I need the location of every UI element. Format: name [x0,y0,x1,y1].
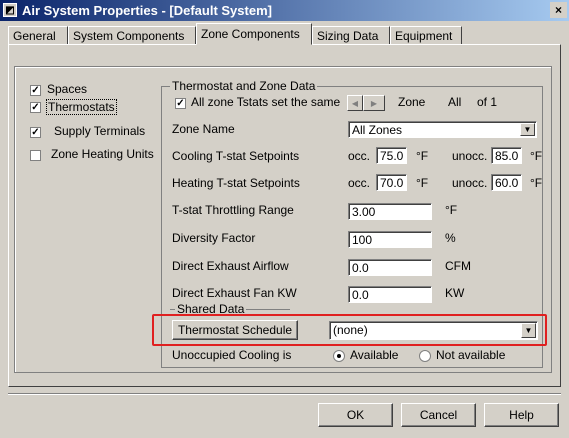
zone-next-button[interactable]: ▶ [363,95,385,111]
supply-terminals-checkbox[interactable]: ✓ [30,127,41,138]
cooling-unocc-input[interactable]: 85.0 [491,147,522,164]
heating-unocc-unit: °F [530,176,543,190]
chevron-down-icon: ▼ [523,125,532,134]
radio-selected-dot [337,354,341,358]
tab-sizing-data[interactable]: Sizing Data [312,26,390,44]
tab-system-components[interactable]: System Components [68,26,196,44]
zone-name-dropdown-button[interactable]: ▼ [520,123,535,136]
arrow-right-icon: ▶ [370,98,378,108]
supply-terminals-label: Supply Terminals [54,124,146,138]
app-icon[interactable]: ◩ [3,3,17,17]
exhaust-airflow-label: Direct Exhaust Airflow [172,259,289,273]
zone-heating-units-label: Zone Heating Units [51,147,154,161]
heating-unocc-input[interactable]: 60.0 [491,174,522,191]
throttling-range-input[interactable]: 3.00 [348,203,432,220]
zone-heating-units-checkbox[interactable] [30,150,41,161]
close-icon: × [554,3,562,17]
not-available-radio[interactable] [419,350,431,362]
heating-occ-label: occ. [348,176,371,190]
window-title: Air System Properties - [Default System] [22,3,272,18]
heating-setpoints-label: Heating T-stat Setpoints [172,176,300,190]
title-bar[interactable]: ◩ Air System Properties - [Default Syste… [0,0,569,21]
throttling-range-unit: °F [445,203,458,217]
exhaust-fan-kw-label: Direct Exhaust Fan KW [172,286,297,300]
zone-name-value: All Zones [352,123,403,137]
tab-zone-components[interactable]: Zone Components [196,23,312,45]
zone-value: All [448,95,462,109]
thermostats-label: Thermostats [46,99,117,115]
thermostat-schedule-value: (none) [333,323,368,337]
diversity-factor-label: Diversity Factor [172,231,256,245]
spaces-label: Spaces [47,82,88,96]
ok-button[interactable]: OK [318,403,393,427]
heating-occ-input[interactable]: 70.0 [376,174,407,191]
available-label: Available [350,348,399,362]
heating-unocc-label: unocc. [452,176,488,190]
exhaust-fan-kw-input[interactable]: 0.0 [348,286,432,303]
exhaust-airflow-input[interactable]: 0.0 [348,259,432,276]
thermostat-zone-legend: Thermostat and Zone Data [170,79,318,93]
all-same-label: All zone Tstats set the same [191,95,341,109]
schedule-dropdown-button[interactable]: ▼ [521,323,536,338]
cooling-setpoints-label: Cooling T-stat Setpoints [172,149,300,163]
cooling-unocc-unit: °F [530,149,543,163]
not-available-label: Not available [436,348,506,362]
chevron-down-icon: ▼ [524,326,533,335]
all-same-checkbox[interactable]: ✓ [175,98,186,109]
cancel-button[interactable]: Cancel [401,403,476,427]
cooling-occ-unit: °F [416,149,429,163]
tab-equipment[interactable]: Equipment [390,26,462,44]
diversity-factor-input[interactable]: 100 [348,231,432,248]
heating-occ-unit: °F [416,176,429,190]
zone-prev-button[interactable]: ◀ [347,95,363,111]
cooling-occ-input[interactable]: 75.0 [376,147,407,164]
thermostat-schedule-select[interactable]: (none) ▼ [329,321,538,340]
diversity-factor-unit: % [445,231,456,245]
arrow-left-icon: ◀ [351,98,359,108]
cooling-unocc-label: unocc. [452,149,488,163]
exhaust-fan-kw-unit: KW [445,286,465,300]
zone-of-count: of 1 [477,95,498,109]
spaces-checkbox[interactable]: ✓ [30,85,41,96]
help-button[interactable]: Help [484,403,559,427]
exhaust-airflow-unit: CFM [445,259,471,273]
thermostat-schedule-button[interactable]: Thermostat Schedule [172,320,298,340]
zone-name-label: Zone Name [172,122,235,136]
throttling-range-label: T-stat Throttling Range [172,203,294,217]
available-radio[interactable] [333,350,345,362]
unoccupied-cooling-label: Unoccupied Cooling is [172,348,292,362]
zone-name-select[interactable]: All Zones ▼ [348,121,537,138]
close-button[interactable]: × [550,2,567,18]
bottom-separator [8,393,561,395]
thermostats-checkbox[interactable]: ✓ [30,102,41,113]
tab-general[interactable]: General [8,26,68,44]
cooling-occ-label: occ. [348,149,371,163]
zone-label: Zone [398,95,426,109]
